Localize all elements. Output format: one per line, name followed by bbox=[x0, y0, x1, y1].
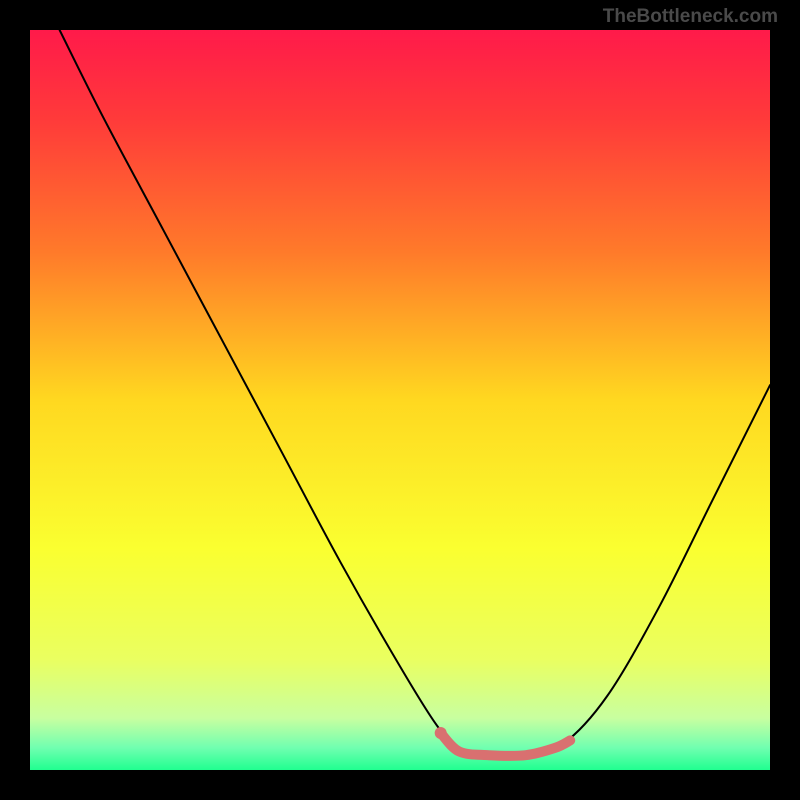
chart-svg bbox=[30, 30, 770, 770]
gradient-background bbox=[30, 30, 770, 770]
chart-container: TheBottleneck.com bbox=[0, 0, 800, 800]
watermark-text: TheBottleneck.com bbox=[603, 6, 778, 28]
plot-area bbox=[30, 30, 770, 770]
series-highlight-dot bbox=[435, 727, 447, 739]
